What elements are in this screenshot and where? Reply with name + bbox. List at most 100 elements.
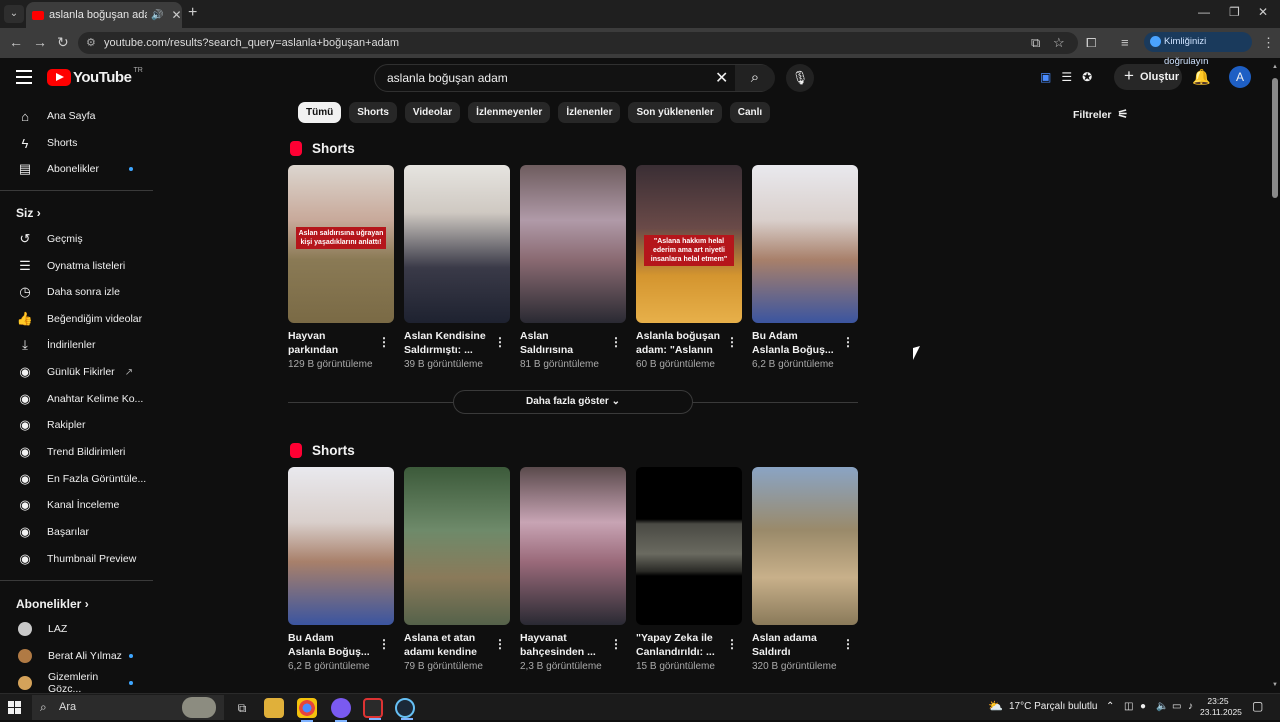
short-card[interactable]: Aslan Kendisine Saldırmıştı: ... 39 B gö… (404, 165, 510, 370)
chip-unwatched[interactable]: İzlenmeyenler (468, 102, 551, 123)
scroll-down-icon[interactable]: ▼ (1272, 682, 1278, 688)
video-title[interactable]: Hayvanat bahçesinden ... (520, 631, 604, 659)
short-card[interactable]: "Yapay Zeka ile Canlandırıldı: ... 15 B … (636, 467, 742, 672)
video-title[interactable]: Aslana et atan adamı kendine ... (404, 631, 488, 659)
speaker-icon[interactable]: ♪ (1188, 701, 1193, 712)
chip-shorts[interactable]: Shorts (349, 102, 397, 123)
tab-search-button[interactable]: ⌄ (4, 5, 24, 23)
recorder-icon[interactable] (363, 698, 383, 720)
video-title[interactable]: Hayvan parkından kaça... (288, 329, 372, 357)
close-window-icon[interactable]: ✕ (1258, 5, 1268, 19)
steam-icon[interactable] (395, 698, 415, 720)
video-title[interactable]: Aslan Saldırısına Uğrayan ... (520, 329, 604, 357)
sidebar-item-subscriptions[interactable]: ▤ Abonelikler (0, 156, 155, 182)
short-thumbnail[interactable] (752, 165, 858, 323)
chip-watched[interactable]: İzlenenler (558, 102, 621, 123)
translate-extension-icon[interactable]: ▣ (1040, 70, 1051, 84)
site-info-icon[interactable]: ⚙ (86, 32, 96, 54)
close-tab-icon[interactable]: ✕ (171, 8, 181, 22)
extensions-icon[interactable]: ⧠ (1086, 35, 1096, 51)
sidebar-item-playlists[interactable]: ☰ Oynatma listeleri (0, 253, 155, 279)
clear-search-icon[interactable]: ✕ (715, 68, 728, 88)
video-title[interactable]: Bu Adam Aslanla Boğuş... (752, 329, 836, 357)
sidebar-item-channel-review[interactable]: ◉ Kanal İnceleme (0, 492, 155, 518)
sidebar-subscriptions-heading[interactable]: Abonelikler › (16, 597, 89, 611)
tray-chevron-icon[interactable]: ⌃ (1106, 701, 1114, 712)
taskbar-clock[interactable]: 23:25 23.11.2025 (1200, 696, 1242, 718)
chip-videos[interactable]: Videolar (404, 102, 461, 123)
short-thumbnail[interactable]: "Aslana hakkım helal ederim ama art niye… (636, 165, 742, 323)
more-actions-icon[interactable]: ⋮ (726, 335, 738, 349)
search-input[interactable]: aslanla boğuşan adam (387, 71, 508, 85)
more-actions-icon[interactable]: ⋮ (726, 637, 738, 651)
video-title[interactable]: Bu Adam Aslanla Boğuş... (288, 631, 372, 659)
short-card[interactable]: Aslan Saldırısına Uğrayan ... 81 B görün… (520, 165, 626, 370)
more-actions-icon[interactable]: ⋮ (378, 637, 390, 651)
sidebar-item-competitors[interactable]: ◉ Rakipler (0, 412, 155, 438)
chip-live[interactable]: Canlı (729, 102, 771, 123)
sidebar-item-home[interactable]: ⌂ Ana Sayfa (0, 103, 155, 129)
browser-tab-active[interactable]: aslanla boğuşan adam - YouTube 🔊 ✕ (26, 2, 182, 28)
scroll-up-icon[interactable]: ▲ (1272, 64, 1278, 70)
short-thumbnail[interactable] (404, 467, 510, 625)
chip-recently-uploaded[interactable]: Son yüklenenler (628, 102, 722, 123)
short-thumbnail[interactable] (404, 165, 510, 323)
restore-icon[interactable]: ❐ (1229, 5, 1240, 19)
tray-app-icon[interactable]: ◫ (1124, 701, 1133, 712)
file-explorer-icon[interactable] (264, 698, 284, 718)
short-thumbnail[interactable]: Aslan saldırısına uğrayan kişi yaşadıkla… (288, 165, 394, 323)
short-card[interactable]: Aslan adama Saldırdı 320 B görüntüleme ⋮ (752, 467, 858, 672)
sidebar-item-daily-ideas[interactable]: ◉ Günlük Fikirler ↗ (0, 359, 155, 385)
chip-all[interactable]: Tümü (298, 102, 342, 123)
short-thumbnail[interactable] (752, 467, 858, 625)
video-title[interactable]: "Yapay Zeka ile Canlandırıldı: ... (636, 631, 720, 659)
sidebar-item-achievements[interactable]: ◉ Başarılar (0, 519, 155, 545)
notification-center-icon[interactable]: ▢ (1252, 699, 1263, 713)
chrome-icon[interactable] (297, 698, 317, 722)
notifications-icon[interactable]: 🔔 (1192, 68, 1211, 86)
sidebar-subscription[interactable]: Berat Ali Yılmaz (0, 643, 155, 669)
weather-text[interactable]: 17°C Parçalı bulutlu (1009, 701, 1098, 712)
search-button[interactable]: ⌕ (735, 65, 775, 91)
more-actions-icon[interactable]: ⋮ (842, 335, 854, 349)
sidebar-you-heading[interactable]: Siz › (16, 206, 41, 220)
short-thumbnail[interactable] (636, 467, 742, 625)
sidebar-item-history[interactable]: ↺ Geçmiş (0, 226, 155, 252)
address-bar[interactable]: ⚙ youtube.com/results?search_query=aslan… (78, 32, 1078, 54)
sidebar-item-liked[interactable]: 👍 Beğendiğim videolar (0, 306, 155, 332)
sidebar-item-most-viewed[interactable]: ◉ En Fazla Görüntüle... (0, 466, 155, 492)
short-card[interactable]: Aslan saldırısına uğrayan kişi yaşadıkla… (288, 165, 394, 370)
more-actions-icon[interactable]: ⋮ (610, 335, 622, 349)
video-title[interactable]: Aslan adama Saldırdı (752, 631, 836, 659)
reading-list-icon[interactable]: ≡ (1121, 35, 1129, 50)
new-tab-button[interactable]: + (188, 4, 197, 22)
voice-search-icon[interactable]: 🎙 (786, 64, 814, 92)
short-card[interactable]: "Aslana hakkım helal ederim ama art niye… (636, 165, 742, 370)
show-more-button[interactable]: Daha fazla göster ⌄ (453, 390, 693, 414)
more-actions-icon[interactable]: ⋮ (378, 335, 390, 349)
sidebar-item-shorts[interactable]: ϟ Shorts (0, 130, 155, 156)
scrollbar-thumb[interactable] (1272, 78, 1278, 198)
sidebar-item-downloads[interactable]: ⤓ İndirilenler (0, 332, 155, 358)
discord-icon[interactable] (331, 698, 351, 722)
sidebar-item-keyword[interactable]: ◉ Anahtar Kelime Ko... (0, 386, 155, 412)
audio-playing-icon[interactable]: 🔊 (151, 10, 163, 21)
video-title[interactable]: Aslanla boğuşan adam: "Aslanın ... (636, 329, 720, 357)
verify-identity-button[interactable]: Kimliğinizi doğrulayın (1144, 32, 1252, 67)
account-avatar[interactable]: A (1229, 66, 1251, 88)
short-thumbnail[interactable] (520, 165, 626, 323)
back-icon[interactable]: ← (9, 34, 23, 50)
browser-menu-icon[interactable]: ⋮ (1262, 35, 1275, 51)
filters-button[interactable]: Filtreler ⚟ (1073, 107, 1128, 121)
more-actions-icon[interactable]: ⋮ (842, 637, 854, 651)
award-extension-icon[interactable]: ✪ (1082, 70, 1092, 84)
sidebar-item-trend-alerts[interactable]: ◉ Trend Bildirimleri (0, 439, 155, 465)
short-card[interactable]: Hayvanat bahçesinden ... 2,3 B görüntüle… (520, 467, 626, 672)
guide-menu-icon[interactable] (16, 70, 32, 84)
sidebar-subscription[interactable]: LAZ (0, 616, 155, 642)
forward-icon[interactable]: → (33, 34, 47, 50)
bookmark-star-icon[interactable]: ☆ (1053, 35, 1065, 51)
short-card[interactable]: Aslana et atan adamı kendine ... 79 B gö… (404, 467, 510, 672)
short-card[interactable]: Bu Adam Aslanla Boğuş... 6,2 B görüntüle… (288, 467, 394, 672)
volume-icon[interactable]: 🔈 (1156, 701, 1168, 712)
